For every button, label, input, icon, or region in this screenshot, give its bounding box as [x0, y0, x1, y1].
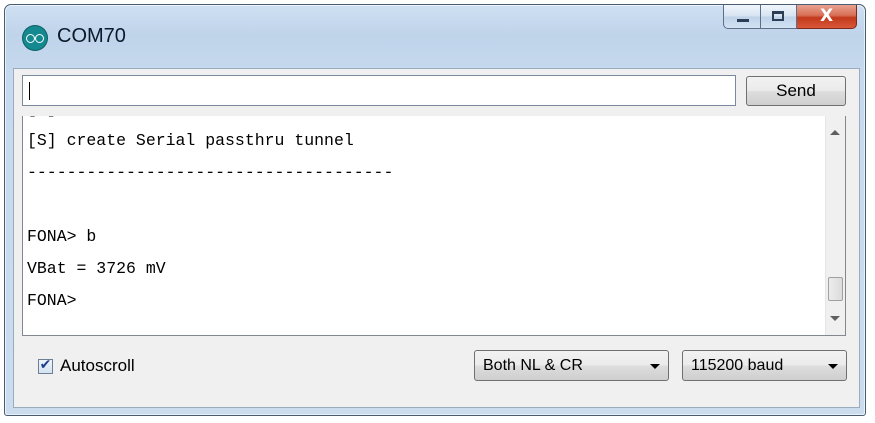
- arduino-icon: [23, 26, 47, 50]
- line-ending-value: Both NL & CR: [483, 357, 583, 374]
- serial-output-lines: [?] [S] create Serial passthru tunnel --…: [27, 116, 821, 317]
- output-line: [?]: [27, 116, 821, 125]
- output-line: -------------------------------------: [27, 163, 394, 182]
- scroll-up-arrow-icon[interactable]: [830, 130, 840, 135]
- baud-rate-select[interactable]: 115200 baud: [682, 350, 847, 381]
- title-bar[interactable]: COM70 X: [5, 5, 865, 63]
- serial-output-area[interactable]: [?] [S] create Serial passthru tunnel --…: [22, 116, 846, 336]
- output-line: FONA>: [27, 291, 77, 310]
- maximize-icon: [772, 11, 784, 21]
- line-ending-select[interactable]: Both NL & CR: [474, 350, 669, 381]
- maximize-button[interactable]: [761, 5, 797, 29]
- checkmark-icon: ✔: [39, 357, 52, 373]
- window-controls: X: [723, 5, 857, 29]
- autoscroll-checkbox[interactable]: ✔: [38, 357, 53, 374]
- minimize-icon: [737, 19, 749, 22]
- scrollbar-thumb[interactable]: [828, 277, 843, 301]
- serial-monitor-window: COM70 X Send [?] [S] create Serial passt…: [4, 4, 866, 416]
- vertical-scrollbar[interactable]: [825, 116, 845, 335]
- autoscroll-label[interactable]: Autoscroll: [60, 356, 135, 376]
- scroll-down-arrow-icon[interactable]: [830, 316, 840, 321]
- baud-rate-value: 115200 baud: [691, 357, 784, 374]
- output-line: VBat = 3726 mV: [27, 259, 166, 278]
- text-caret: [29, 82, 30, 100]
- chevron-down-icon: [828, 364, 838, 369]
- serial-input-field[interactable]: [22, 75, 736, 106]
- output-line: [S] create Serial passthru tunnel: [27, 131, 354, 150]
- minimize-button[interactable]: [723, 5, 761, 29]
- chevron-down-icon: [650, 364, 660, 369]
- send-button[interactable]: Send: [746, 76, 846, 106]
- client-area: Send [?] [S] create Serial passthru tunn…: [13, 68, 860, 408]
- window-title: COM70: [57, 25, 126, 47]
- output-line: FONA> b: [27, 227, 97, 246]
- close-icon: X: [819, 6, 834, 26]
- close-button[interactable]: X: [797, 5, 857, 29]
- footer-bar: ✔ Autoscroll Both NL & CR 115200 baud: [14, 336, 859, 407]
